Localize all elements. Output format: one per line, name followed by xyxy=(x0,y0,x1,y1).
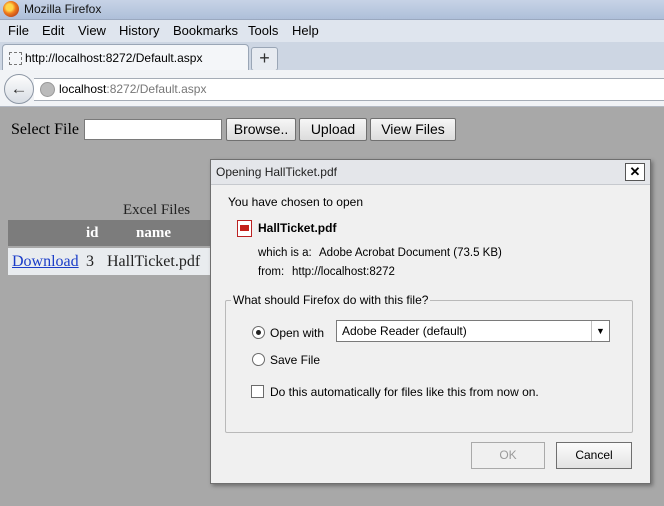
dialog-title: Opening HallTicket.pdf xyxy=(216,165,337,179)
save-file-label[interactable]: Save File xyxy=(270,353,320,367)
cell-id: 3 xyxy=(86,253,94,270)
table-caption: Excel Files xyxy=(123,202,191,218)
radio-selected-dot xyxy=(256,330,261,335)
column-header-id: id xyxy=(86,225,99,241)
navigation-bar: localhost:8272/Default.aspx ← xyxy=(0,70,664,107)
tab-active[interactable]: http://localhost:8272/Default.aspx xyxy=(2,44,249,71)
table-header: id name xyxy=(8,220,218,246)
chosen-to-open-text: You have chosen to open xyxy=(228,195,364,209)
menu-bookmarks[interactable]: Bookmarks xyxy=(173,23,238,38)
url-text[interactable]: localhost:8272/Default.aspx xyxy=(59,82,206,96)
dialog-title-bar: Opening HallTicket.pdf ✕ xyxy=(211,160,650,185)
cell-name: HallTicket.pdf xyxy=(107,253,201,270)
do-automatically-label[interactable]: Do this automatically for files like thi… xyxy=(270,385,539,399)
menu-file[interactable]: File xyxy=(8,23,29,38)
tab-title: http://localhost:8272/Default.aspx xyxy=(25,51,203,65)
firefox-logo-icon xyxy=(3,1,19,17)
browse-button[interactable]: Browse.. xyxy=(226,118,296,141)
dialog-filename: HallTicket.pdf xyxy=(258,221,337,235)
menu-tools[interactable]: Tools xyxy=(248,23,278,38)
window-title: Mozilla Firefox xyxy=(24,2,102,16)
selected-app: Adobe Reader (default) xyxy=(342,324,467,338)
download-link[interactable]: Download xyxy=(12,253,79,271)
menu-help[interactable]: Help xyxy=(292,23,319,38)
open-with-app-select[interactable]: Adobe Reader (default) ▼ xyxy=(336,320,610,342)
close-icon[interactable]: ✕ xyxy=(625,163,645,181)
file-path-input[interactable] xyxy=(84,119,222,140)
save-file-radio[interactable] xyxy=(252,353,265,366)
back-button[interactable]: ← xyxy=(4,74,34,104)
menu-edit[interactable]: Edit xyxy=(42,23,64,38)
ok-button[interactable]: OK xyxy=(471,442,545,469)
column-header-name: name xyxy=(136,225,171,241)
file-source-value: http://localhost:8272 xyxy=(292,266,395,278)
menu-history[interactable]: History xyxy=(119,23,159,38)
file-type-value: Adobe Acrobat Document (73.5 KB) xyxy=(319,247,502,259)
url-path: :8272/Default.aspx xyxy=(106,82,207,96)
do-automatically-checkbox[interactable] xyxy=(251,385,264,398)
view-files-button[interactable]: View Files xyxy=(370,118,456,141)
dropdown-arrow-icon[interactable]: ▼ xyxy=(591,321,609,341)
pdf-icon-mark xyxy=(240,225,249,231)
file-type-label: which is a: xyxy=(258,247,312,259)
menu-bar: File Edit View History Bookmarks Tools H… xyxy=(0,20,664,42)
open-with-label[interactable]: Open with xyxy=(270,326,324,340)
page-favicon-icon xyxy=(9,52,22,65)
new-tab-button[interactable]: + xyxy=(251,47,278,71)
upload-button[interactable]: Upload xyxy=(299,118,367,141)
cancel-button[interactable]: Cancel xyxy=(556,442,632,469)
window-title-bar: Mozilla Firefox xyxy=(0,0,664,20)
url-bar[interactable]: localhost:8272/Default.aspx xyxy=(34,78,664,101)
site-identity-globe-icon[interactable] xyxy=(40,82,55,97)
open-with-radio[interactable] xyxy=(252,326,265,339)
select-file-label: Select File xyxy=(11,121,79,138)
file-source-label: from: xyxy=(258,266,285,278)
open-file-dialog: Opening HallTicket.pdf ✕ You have chosen… xyxy=(210,159,651,484)
menu-view[interactable]: View xyxy=(78,23,106,38)
url-host: localhost xyxy=(59,82,107,96)
action-group-label: What should Firefox do with this file? xyxy=(231,293,431,307)
pdf-file-icon xyxy=(237,220,252,237)
table-row: Download 3 HallTicket.pdf xyxy=(8,248,218,275)
tab-strip: http://localhost:8272/Default.aspx + xyxy=(0,42,664,71)
